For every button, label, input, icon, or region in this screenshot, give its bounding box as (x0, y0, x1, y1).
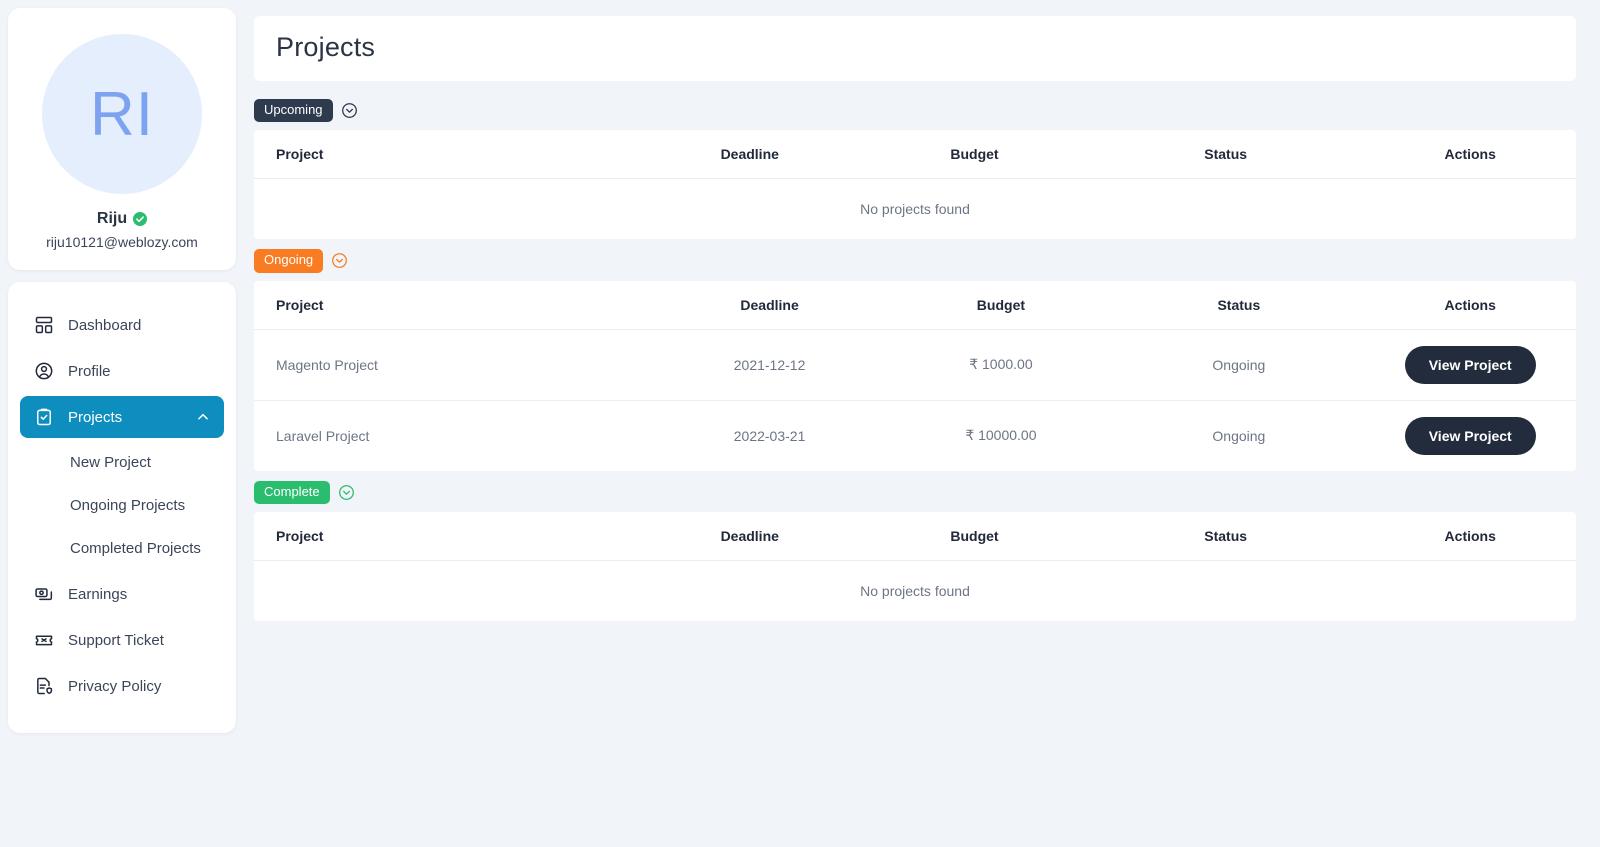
table-header-row: Project Deadline Budget Status Actions (254, 280, 1576, 330)
page-title: Projects (276, 32, 376, 62)
user-circle-icon (34, 361, 54, 381)
ticket-icon (34, 630, 54, 650)
circle-chevron-down-icon[interactable] (331, 252, 348, 269)
sidebar-subitem-ongoing-projects[interactable]: Ongoing Projects (20, 485, 224, 526)
section-header-complete: Complete (254, 477, 1576, 512)
column-header-budget: Budget (888, 280, 1114, 330)
clipboard-check-icon (34, 407, 54, 427)
table-complete: Project Deadline Budget Status Actions N… (254, 511, 1576, 621)
sidebar-item-label: Projects (68, 408, 123, 426)
column-header-deadline: Deadline (637, 130, 863, 180)
sidebar: RI Riju riju10121@weblozy.com Dashboard … (8, 8, 236, 839)
column-header-budget: Budget (862, 130, 1087, 180)
chevron-up-icon (196, 410, 210, 424)
cell-project: Laravel Project (276, 427, 370, 444)
sidebar-subitem-completed-projects[interactable]: Completed Projects (20, 528, 224, 569)
avatar: RI (42, 34, 202, 194)
table-header-row: Project Deadline Budget Status Actions (254, 130, 1576, 180)
table-ongoing: Project Deadline Budget Status Actions M… (254, 280, 1576, 471)
column-header-deadline: Deadline (637, 511, 863, 561)
table-row: Laravel Project 2022-03-21 ₹ 10000.00 On… (254, 400, 1576, 471)
sidebar-item-privacy-policy[interactable]: Privacy Policy (20, 665, 224, 707)
view-project-button[interactable]: View Project (1404, 416, 1536, 455)
sidebar-item-earnings[interactable]: Earnings (20, 573, 224, 615)
section-ongoing: Ongoing Project Deadline Budget Status A… (254, 245, 1576, 471)
profile-email: riju10121@weblozy.com (46, 234, 198, 250)
column-header-deadline: Deadline (650, 280, 889, 330)
profile-card: RI Riju riju10121@weblozy.com (8, 8, 236, 270)
sidebar-item-label: Profile (68, 362, 111, 380)
table-header-row: Project Deadline Budget Status Actions (254, 511, 1576, 561)
table-row: Magento Project 2021-12-12 ₹ 1000.00 Ong… (254, 329, 1576, 401)
empty-state-text: No projects found (860, 201, 970, 218)
sidebar-subitem-new-project[interactable]: New Project (20, 442, 224, 483)
column-header-status: Status (1086, 511, 1365, 561)
column-header-budget: Budget (862, 511, 1087, 561)
cell-deadline: 2021-12-12 (650, 329, 889, 401)
table-upcoming: Project Deadline Budget Status Actions N… (254, 130, 1576, 240)
column-header-project: Project (254, 130, 638, 180)
section-header-ongoing: Ongoing (254, 245, 1576, 280)
sidebar-item-support-ticket[interactable]: Support Ticket (20, 619, 224, 661)
column-header-project: Project (254, 280, 651, 330)
document-shield-icon (34, 676, 54, 696)
sidebar-nav: Dashboard Profile Projects New Project O… (8, 282, 236, 733)
cell-deadline: 2022-03-21 (733, 427, 806, 444)
sidebar-item-label: Dashboard (68, 316, 142, 334)
empty-state-text: No projects found (860, 582, 970, 599)
section-upcoming: Upcoming Project Deadline Budget Status … (254, 95, 1576, 240)
column-header-status: Status (1086, 130, 1365, 180)
circle-chevron-down-icon[interactable] (338, 484, 355, 501)
sidebar-item-projects[interactable]: Projects (20, 396, 224, 438)
sidebar-item-profile[interactable]: Profile (20, 350, 224, 392)
dashboard-icon (34, 315, 54, 335)
cell-budget: ₹ 10000.00 (965, 427, 1037, 444)
column-header-actions: Actions (1364, 280, 1576, 330)
table-empty-row: No projects found (254, 560, 1576, 621)
table-empty-row: No projects found (254, 179, 1576, 240)
sidebar-item-label: Earnings (68, 585, 128, 603)
view-project-button[interactable]: View Project (1404, 345, 1536, 384)
cell-status: Ongoing (1113, 329, 1365, 401)
main-content: Projects Upcoming Project Deadline Budge… (254, 8, 1576, 839)
cell-status: Ongoing (1212, 427, 1266, 444)
profile-name: Riju (96, 210, 128, 227)
page-header: Projects (254, 16, 1576, 81)
column-header-actions: Actions (1364, 511, 1576, 561)
profile-name-row: Riju (24, 210, 220, 228)
cell-actions: View Project (1364, 329, 1576, 401)
status-badge-upcoming: Upcoming (254, 99, 333, 123)
sidebar-item-dashboard[interactable]: Dashboard (20, 304, 224, 346)
status-badge-ongoing: Ongoing (254, 249, 324, 273)
money-stack-icon (34, 584, 54, 604)
section-header-upcoming: Upcoming (254, 95, 1576, 130)
column-header-status: Status (1113, 280, 1365, 330)
cell-budget: ₹ 1000.00 (888, 329, 1114, 401)
cell-project: Magento Project (254, 329, 651, 401)
section-complete: Complete Project Deadline Budget Status … (254, 477, 1576, 621)
column-header-actions: Actions (1364, 130, 1576, 180)
sidebar-item-label: Privacy Policy (68, 677, 162, 695)
verified-check-icon (133, 212, 148, 226)
status-badge-complete: Complete (254, 480, 330, 504)
sidebar-item-label: Support Ticket (68, 631, 164, 649)
cell-actions: View Project (1364, 400, 1576, 471)
column-header-project: Project (254, 511, 638, 561)
app-root: RI Riju riju10121@weblozy.com Dashboard … (0, 0, 1600, 847)
circle-chevron-down-icon[interactable] (341, 102, 358, 119)
